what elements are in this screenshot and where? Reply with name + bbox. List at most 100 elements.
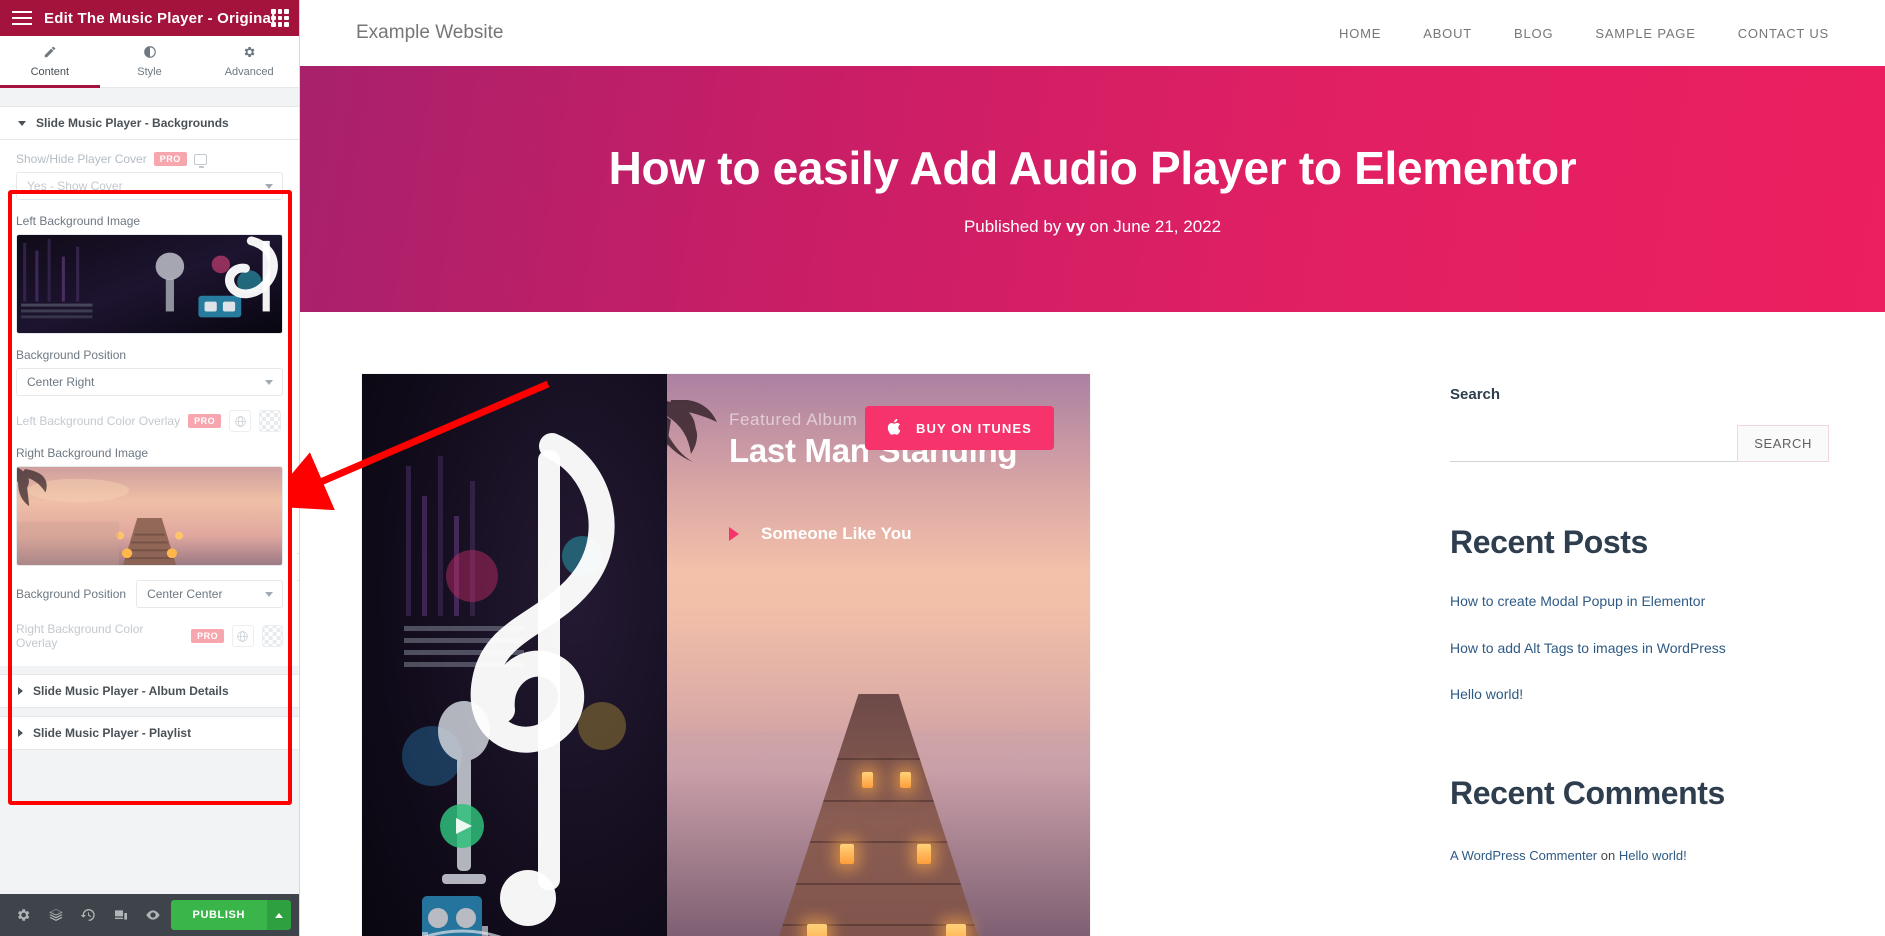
site-header: Example Website HOME ABOUT BLOG SAMPLE P… — [300, 0, 1885, 66]
left-bg-position-select[interactable]: Center Right — [16, 368, 283, 396]
show-hide-cover-value: Yes - Show Cover — [27, 179, 123, 193]
panel-controls-area: Slide Music Player - Backgrounds Show/Hi… — [0, 88, 299, 894]
color-swatch[interactable] — [261, 625, 283, 647]
panel-tabs: Content Style Advanced — [0, 36, 299, 88]
control-left-color-overlay: Left Background Color Overlay PRO — [16, 410, 283, 432]
player-left-cover — [362, 374, 667, 936]
show-hide-cover-label: Show/Hide Player Cover — [16, 152, 147, 166]
lantern-icon — [861, 772, 873, 788]
comment-on-text: on — [1597, 848, 1619, 864]
nav-item-blog[interactable]: BLOG — [1514, 26, 1553, 41]
list-item[interactable]: Hello world! — [1450, 682, 1829, 707]
play-icon — [729, 527, 739, 541]
website-sidebar: Search SEARCH Recent Posts How to create… — [1416, 312, 1829, 936]
panel-collapse-handle[interactable] — [297, 553, 299, 581]
player-right-cover: Featured Album Last Man Standing BUY ON … — [667, 374, 1090, 936]
published-suffix: on June 21, 2022 — [1084, 217, 1222, 236]
nav-item-home[interactable]: HOME — [1339, 26, 1381, 41]
page-title: How to easily Add Audio Player to Elemen… — [608, 142, 1577, 194]
nav-item-contact-us[interactable]: CONTACT US — [1738, 26, 1829, 41]
preview-eye-icon[interactable] — [138, 894, 169, 936]
track-item[interactable]: Someone Like You — [729, 524, 912, 544]
search-widget: SEARCH — [1450, 425, 1829, 462]
section-backgrounds-header[interactable]: Slide Music Player - Backgrounds — [0, 106, 299, 140]
right-bg-image-label: Right Background Image — [16, 446, 149, 460]
search-widget-title: Search — [1450, 386, 1501, 403]
music-clef-artwork — [402, 433, 626, 936]
right-bg-position-select[interactable]: Center Center — [136, 580, 283, 608]
hamburger-icon[interactable] — [0, 0, 44, 36]
left-overlay-row: Left Background Color Overlay PRO — [16, 410, 283, 432]
recent-posts-title: Recent Posts — [1450, 524, 1648, 560]
right-bg-position-value: Center Center — [147, 587, 223, 601]
pro-badge: PRO — [153, 152, 187, 166]
left-bg-position-label: Background Position — [16, 348, 127, 362]
left-bg-image-label: Left Background Image — [16, 214, 141, 228]
hero-banner: How to easily Add Audio Player to Elemen… — [300, 66, 1885, 312]
elementor-editor-screen: Edit The Music Player - Original Content… — [0, 0, 1885, 936]
responsive-icon[interactable] — [106, 894, 137, 936]
content-wrapper: Featured Album Last Man Standing BUY ON … — [300, 312, 1885, 936]
tab-content[interactable]: Content — [0, 36, 100, 88]
player-tracklist: Someone Like You — [729, 524, 912, 544]
panel-footer: PUBLISH — [0, 894, 299, 936]
left-overlay-label: Left Background Color Overlay — [16, 414, 181, 428]
site-nav: HOME ABOUT BLOG SAMPLE PAGE CONTACT US — [1339, 26, 1829, 41]
pencil-icon — [43, 45, 57, 62]
publish-button[interactable]: PUBLISH — [170, 900, 267, 930]
history-icon[interactable] — [73, 894, 104, 936]
control-right-background-image: Right Background Image — [16, 446, 283, 566]
search-input[interactable] — [1450, 432, 1738, 462]
show-hide-cover-select[interactable]: Yes - Show Cover — [16, 172, 283, 200]
section-album-details-header[interactable]: Slide Music Player - Album Details — [0, 674, 299, 708]
tab-advanced-label: Advanced — [224, 66, 274, 78]
lantern-icon — [946, 924, 967, 936]
tab-advanced[interactable]: Advanced — [199, 36, 299, 87]
section-backgrounds-title: Slide Music Player - Backgrounds — [36, 116, 229, 130]
list-item[interactable]: How to add Alt Tags to images in WordPre… — [1450, 636, 1829, 661]
search-button[interactable]: SEARCH — [1737, 425, 1829, 462]
right-bg-position-label: Background Position — [16, 587, 127, 601]
widgets-grid-icon[interactable] — [271, 9, 289, 27]
buy-on-itunes-button[interactable]: BUY ON ITUNES — [865, 406, 1054, 450]
globe-icon[interactable] — [229, 410, 252, 432]
section-playlist-header[interactable]: Slide Music Player - Playlist — [0, 716, 299, 750]
left-bg-thumb-art — [17, 235, 282, 333]
right-overlay-label: Right Background Color Overlay — [16, 622, 144, 650]
gear-icon — [242, 45, 256, 62]
buy-on-itunes-label: BUY ON ITUNES — [916, 420, 1032, 436]
pro-badge: PRO — [188, 414, 222, 428]
slide-music-player-widget[interactable]: Featured Album Last Man Standing BUY ON … — [362, 374, 1090, 936]
tab-content-label: Content — [30, 66, 70, 78]
comment-post-link[interactable]: Hello world! — [1619, 848, 1687, 863]
publish-options-button[interactable] — [267, 900, 291, 930]
contrast-circle-icon — [143, 45, 157, 62]
featured-album-label: Featured Album — [729, 410, 858, 429]
control-right-background-position: Background Position Center Center — [16, 580, 283, 608]
control-left-background-position: Background Position Center Right — [16, 348, 283, 396]
chevron-down-icon — [265, 184, 273, 189]
chevron-down-icon — [265, 592, 273, 597]
gear-icon[interactable] — [8, 894, 39, 936]
desktop-device-icon[interactable] — [193, 153, 207, 168]
section-album-details-title: Slide Music Player - Album Details — [33, 684, 229, 698]
globe-icon[interactable] — [232, 625, 254, 647]
nav-item-sample-page[interactable]: SAMPLE PAGE — [1595, 26, 1695, 41]
control-show-hide-cover: Show/Hide Player Cover PRO Yes - Show Co… — [16, 152, 283, 200]
nav-item-about[interactable]: ABOUT — [1423, 26, 1472, 41]
list-item[interactable]: How to create Modal Popup in Elementor — [1450, 589, 1829, 614]
right-overlay-row: Right Background Color Overlay PRO — [16, 622, 283, 650]
post-column: Featured Album Last Man Standing BUY ON … — [356, 312, 1416, 936]
layers-icon[interactable] — [41, 894, 72, 936]
color-swatch[interactable] — [259, 410, 282, 432]
comment-author-link[interactable]: A WordPress Commenter — [1450, 848, 1597, 863]
tab-style[interactable]: Style — [100, 36, 200, 87]
apple-logo-icon — [887, 418, 903, 439]
left-background-image-thumbnail[interactable] — [16, 234, 283, 334]
chevron-right-icon — [18, 687, 23, 695]
right-background-image-thumbnail[interactable] — [16, 466, 283, 566]
show-hide-cover-label-row: Show/Hide Player Cover PRO — [16, 152, 283, 168]
tab-style-label: Style — [137, 66, 162, 78]
panel-header: Edit The Music Player - Original — [0, 0, 299, 36]
post-meta: Published by vy on June 21, 2022 — [964, 217, 1221, 237]
